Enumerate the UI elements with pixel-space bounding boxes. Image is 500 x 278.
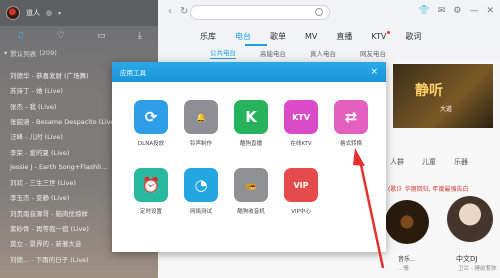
collapse-icon: ▾	[4, 49, 8, 57]
song-title: 刘贵南音源哥 - 脑肉优惊样	[10, 209, 88, 218]
ringtone-icon[interactable]: 🔔	[184, 100, 218, 134]
speed-gauge-icon[interactable]: ◔	[184, 168, 218, 202]
notification-dot	[387, 30, 391, 34]
category-item[interactable]: 人群	[390, 157, 404, 167]
app-label[interactable]: VIP中心	[276, 207, 326, 215]
playlist-title: 默认列表	[10, 50, 37, 58]
song-title: 刘德... - 下雨的日子 (Live)	[10, 255, 89, 264]
disc-title-1[interactable]: 音乐...	[398, 254, 416, 263]
download-icon[interactable]: ⤓	[138, 31, 142, 41]
song-title: 李玉杰 - 变静 (Live)	[10, 194, 70, 203]
close-icon[interactable]: ✕	[486, 6, 494, 16]
vip-icon[interactable]: VIP	[284, 168, 318, 202]
dlna-icon[interactable]: ⟳	[134, 100, 168, 134]
sub-tabs: 公共电台 高能电台 真人电台 网友电台	[210, 46, 500, 60]
app-label[interactable]: 酷狗直播	[226, 139, 276, 147]
window-controls: 👕 ✉ ⚙ — ✕	[419, 6, 494, 16]
alarm-clock-icon[interactable]: ⏰	[134, 168, 168, 202]
app-tools-dialog: 应用工具 × ⟳ DLNA投放 🔔 铃声制作 K 酷狗直播 KTV 在线KTV ⇄ 格式转换 ⏰ 定时…	[112, 62, 386, 252]
app-label[interactable]: DLNA投放	[126, 139, 176, 147]
song-title: 李荣 - 爱的夏 (Live)	[10, 148, 70, 157]
message-icon[interactable]: ✉	[438, 6, 446, 16]
banner-subtext: 大道	[440, 106, 453, 113]
app-label[interactable]: 定时设置	[126, 207, 176, 215]
playlist-header[interactable]: ▾ 默认列表 (209)	[0, 47, 158, 59]
ktv-mic-icon[interactable]: KTV	[284, 100, 318, 134]
tab-item[interactable]: MV	[305, 32, 317, 41]
song-title: 莫立 - 景界的 - 新兼大音	[10, 240, 82, 249]
song-title: 刘德华 - 恭喜发财 (广场舞)	[10, 72, 89, 80]
dialog-title: 应用工具	[120, 69, 146, 77]
sidebar-toolbar: ♫ ♡ ▭ ⤓	[0, 26, 158, 46]
app-label[interactable]: 铃声制作	[176, 139, 226, 147]
song-title: 汪峰 - 儿时 (Live)	[10, 133, 63, 142]
banner-headline: 静听	[415, 83, 443, 99]
main-tabs: 乐库 电台 歌单 MV 直播 KTV 歌词	[200, 26, 500, 46]
tab-item[interactable]: KTV	[371, 30, 391, 41]
tab-item[interactable]: 电台	[235, 31, 251, 42]
dialog-header: 应用工具 ×	[112, 62, 386, 82]
sidebar-top: 道人 ◍ ▾	[0, 0, 158, 26]
vip-badge-icon: ◍	[46, 9, 53, 17]
radio-icon[interactable]: 📻	[234, 168, 268, 202]
folder-icon[interactable]: ▭	[97, 31, 106, 41]
subtab-item[interactable]: 真人电台	[310, 48, 336, 58]
disc-cover-2[interactable]	[447, 196, 493, 242]
back-arrow-icon[interactable]: ‹	[168, 6, 172, 17]
tab-item[interactable]: 歌单	[270, 31, 286, 42]
disc-subtitle-2: 卫兰 - 睡前惹你	[458, 266, 497, 272]
close-icon[interactable]: ×	[370, 67, 378, 77]
song-title: 刘欢 - 三生三世 (Live)	[10, 179, 76, 188]
search-input[interactable]	[190, 5, 330, 20]
refresh-icon[interactable]: ↻	[180, 6, 188, 17]
promo-text[interactable]: (歌)》华丽回归, 年度最强告白	[388, 184, 469, 193]
song-title: 苏诗丁 - 她 (Live)	[10, 87, 63, 96]
subtab-item[interactable]: 公共电台	[210, 47, 236, 59]
playlist-count: (209)	[39, 49, 57, 57]
tab-item[interactable]: 乐库	[200, 31, 216, 42]
music-note-icon[interactable]: ♫	[16, 31, 24, 41]
song-title: 张杰 - 我 (Live)	[10, 102, 57, 111]
song-item[interactable]: 刘德... - 下雨的日子 (Live)	[0, 252, 158, 266]
app-label[interactable]: 网络测试	[176, 207, 226, 215]
disc-cover-1[interactable]	[385, 200, 429, 244]
avatar[interactable]	[6, 6, 20, 20]
category-list: 人群 儿童 乐器	[390, 157, 468, 167]
app-label[interactable]: 在线KTV	[276, 139, 326, 147]
minimize-icon[interactable]: —	[469, 6, 478, 16]
heart-icon[interactable]: ♡	[57, 31, 65, 41]
username[interactable]: 道人	[26, 8, 40, 18]
song-title: 紫砂骨 - 再等我一宿 (Live)	[10, 225, 89, 233]
song-title: Jessie J - Earth Song+Flashli...	[10, 162, 108, 171]
disc-title-2[interactable]: 中文DJ	[456, 254, 477, 264]
disc-subtitle-1: ...慢	[398, 266, 409, 272]
category-item[interactable]: 乐器	[454, 157, 468, 167]
subtab-item[interactable]: 高能电台	[260, 48, 286, 58]
tab-item[interactable]: 直播	[336, 31, 352, 42]
category-item[interactable]: 儿童	[422, 157, 436, 167]
app-label[interactable]: 酷狗收音机	[226, 207, 276, 215]
banner-image[interactable]	[393, 64, 493, 128]
search-icon[interactable]	[315, 8, 323, 16]
settings-icon[interactable]: ⚙	[453, 6, 461, 16]
app-label[interactable]: 格式转换	[326, 139, 376, 147]
chevron-down-icon[interactable]: ▾	[58, 10, 61, 17]
skin-icon[interactable]: 👕	[419, 6, 430, 16]
subtab-item[interactable]: 网友电台	[360, 48, 386, 58]
tab-item[interactable]: 歌词	[405, 31, 421, 42]
format-convert-icon[interactable]: ⇄	[334, 100, 368, 134]
song-title: 张韶涵 - Besame Despacito (Live)	[10, 117, 118, 126]
live-k-icon[interactable]: K	[234, 100, 268, 134]
